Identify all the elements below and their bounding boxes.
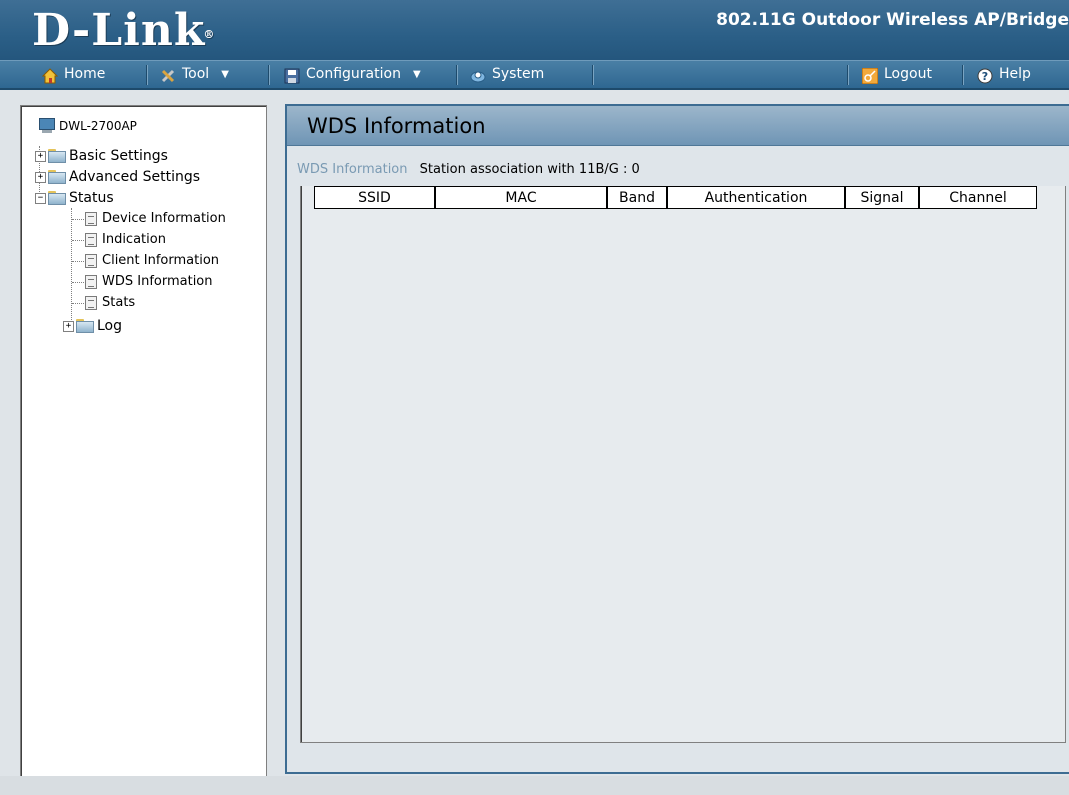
tree-connector — [72, 240, 84, 241]
column-header-channel: Channel — [919, 186, 1037, 209]
tree-item-advanced-settings[interactable]: + Advanced Settings — [35, 167, 200, 187]
menu-help-label: Help — [999, 66, 1031, 82]
navigation-tree: DWL-2700AP + Basic Settings + Advanced S… — [20, 105, 267, 777]
tree-item-status[interactable]: − Status — [35, 188, 114, 208]
content-panel: WDS Information WDS Information Station … — [285, 104, 1069, 774]
status-bar — [0, 776, 1069, 795]
tree-connector — [72, 282, 84, 283]
tree-item-label: Advanced Settings — [69, 169, 201, 185]
tree-item-device-information[interactable]: Device Information — [85, 209, 226, 229]
tree-item-label: Stats — [102, 295, 136, 310]
tree-item-label: WDS Information — [102, 274, 213, 289]
tree-item-label: Log — [97, 318, 123, 334]
menu-tool-label: Tool — [182, 66, 210, 82]
column-header-ssid: SSID — [314, 186, 435, 209]
menu-separator — [962, 65, 964, 85]
document-icon — [85, 254, 97, 268]
tree-item-basic-settings[interactable]: + Basic Settings — [35, 146, 168, 166]
column-header-band: Band — [607, 186, 667, 209]
menu-home-label: Home — [64, 66, 106, 82]
menu-logout-label: Logout — [884, 66, 932, 82]
system-icon — [470, 67, 486, 83]
menu-configuration[interactable]: Configuration ▼ — [284, 61, 421, 88]
folder-icon — [76, 319, 94, 333]
menu-system-label: System — [492, 66, 545, 82]
wds-table: SSID MAC Band Authentication Signal Chan… — [300, 186, 1066, 743]
page-title: WDS Information — [287, 106, 1069, 146]
tree-item-label: Basic Settings — [69, 148, 168, 164]
tree-root-device[interactable]: DWL-2700AP — [37, 116, 137, 136]
menu-separator — [847, 65, 849, 85]
help-icon: ? — [977, 67, 993, 83]
menu-tool[interactable]: Tool ▼ — [160, 61, 229, 88]
dlink-logo: D-Link ® — [32, 5, 216, 56]
save-disk-icon — [284, 67, 300, 83]
access-point-icon — [37, 117, 57, 135]
document-icon — [85, 275, 97, 289]
tree-item-label: Indication — [102, 232, 166, 247]
chevron-down-icon: ▼ — [412, 69, 421, 80]
menu-help[interactable]: ? Help — [977, 61, 1031, 88]
menu-logout[interactable]: Logout — [861, 61, 932, 88]
tree-item-stats[interactable]: Stats — [85, 293, 135, 313]
menu-home[interactable]: Home — [41, 61, 106, 88]
folder-icon — [48, 149, 66, 163]
menu-separator — [592, 65, 594, 85]
menu-bar: Home Tool ▼ Configuration ▼ System Logou… — [0, 60, 1069, 90]
chevron-down-icon: ▼ — [221, 69, 229, 80]
product-title: 802.11G Outdoor Wireless AP/Bridge — [716, 10, 1069, 30]
document-icon — [85, 296, 97, 310]
column-header-mac: MAC — [435, 186, 607, 209]
tree-connector — [71, 208, 72, 330]
folder-icon — [48, 170, 66, 184]
tree-connector — [72, 303, 84, 304]
key-icon — [861, 67, 879, 84]
app-header: D-Link ® 802.11G Outdoor Wireless AP/Brid… — [0, 0, 1069, 60]
svg-text:?: ? — [982, 70, 988, 83]
expand-plus-icon[interactable]: + — [63, 320, 74, 332]
tree-item-label: Status — [69, 190, 114, 206]
home-icon — [41, 67, 59, 83]
tree-item-label: Client Information — [102, 253, 220, 268]
tools-icon — [160, 67, 176, 83]
menu-separator — [268, 65, 270, 85]
association-info: WDS Information Station association with… — [297, 162, 640, 177]
menu-separator — [456, 65, 458, 85]
menu-system[interactable]: System — [470, 61, 544, 88]
tree-connector — [72, 261, 84, 262]
document-icon — [85, 212, 97, 226]
expand-plus-icon[interactable]: + — [35, 150, 46, 162]
tree-item-log[interactable]: + Log — [63, 316, 122, 336]
tree-item-wds-information[interactable]: WDS Information — [85, 272, 213, 292]
document-icon — [85, 233, 97, 247]
section-label: WDS Information — [297, 162, 408, 177]
association-count-text: Station association with 11B/G : 0 — [419, 162, 640, 177]
tree-item-indication[interactable]: Indication — [85, 230, 166, 250]
folder-open-icon — [48, 191, 66, 205]
column-header-authentication: Authentication — [667, 186, 845, 209]
tree-item-client-information[interactable]: Client Information — [85, 251, 219, 271]
collapse-minus-icon[interactable]: − — [35, 192, 46, 204]
tree-root-label: DWL-2700AP — [59, 119, 137, 133]
tree-item-label: Device Information — [102, 211, 226, 226]
expand-plus-icon[interactable]: + — [35, 171, 46, 183]
menu-separator — [146, 65, 148, 85]
menu-configuration-label: Configuration — [306, 66, 401, 82]
column-header-signal: Signal — [845, 186, 919, 209]
tree-connector — [72, 219, 84, 220]
